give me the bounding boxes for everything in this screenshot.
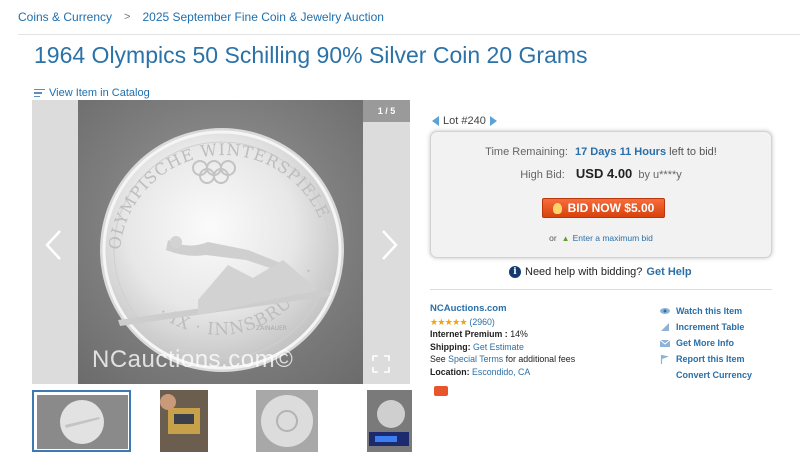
previous-image-arrow-icon[interactable]	[42, 228, 66, 262]
convert-currency-label: Convert Currency	[676, 370, 753, 380]
location-label: Location:	[430, 366, 470, 377]
thumbnail-3[interactable]	[256, 390, 318, 452]
convert-currency-action[interactable]: Convert Currency	[660, 367, 752, 383]
report-item-action[interactable]: Report this Item	[660, 351, 752, 367]
rating-count-link[interactable]: (2960)	[469, 317, 494, 327]
bid-panel: Time Remaining: 17 Days 11 Hours left to…	[430, 131, 772, 258]
location-link[interactable]: Escondido, CA	[472, 367, 530, 377]
premium-value: 14%	[510, 329, 528, 339]
max-bid-prefix: or	[549, 233, 557, 243]
lot-navigation: Lot #240	[432, 115, 497, 127]
bid-now-label: BID NOW $5.00	[567, 201, 655, 215]
item-actions: Watch this Item Increment Table Get More…	[660, 303, 752, 383]
time-remaining-value: 17 Days 11 Hours	[574, 146, 667, 158]
shipping-label: Shipping:	[430, 341, 471, 352]
lot-number: Lot #240	[443, 115, 486, 127]
premium-label: Internet Premium :	[430, 329, 508, 339]
thumbnail-strip	[32, 390, 412, 452]
breadcrumb-separator: >	[124, 11, 131, 23]
high-bid-amount: USD 4.00	[575, 166, 633, 181]
thumbnail-4[interactable]	[367, 390, 412, 452]
high-bidder: by u****y	[638, 169, 682, 181]
time-remaining-suffix: left to bid!	[669, 146, 717, 158]
next-image-arrow-icon[interactable]	[377, 228, 401, 262]
get-more-info-action[interactable]: Get More Info	[660, 335, 752, 351]
time-remaining-label: Time Remaining:	[485, 146, 568, 158]
increment-table-action[interactable]: Increment Table	[660, 319, 752, 335]
bid-now-button[interactable]: BID NOW $5.00	[542, 198, 665, 218]
divider	[18, 34, 800, 35]
previous-lot-arrow-icon[interactable]	[432, 116, 439, 126]
lightbulb-icon	[552, 202, 562, 214]
rating-stars-icon: ★★★★★	[430, 316, 467, 327]
breadcrumb: Coins & Currency > 2025 September Fine C…	[18, 10, 384, 24]
watermark-text: NCauctions.com©	[92, 346, 294, 373]
eye-icon	[660, 308, 670, 314]
arrow-up-icon: ▲	[561, 234, 570, 243]
thumbnail-2[interactable]	[160, 390, 208, 452]
seller-badge-icon	[434, 386, 448, 396]
max-bid-row: or ▲ Enter a maximum bid	[431, 233, 771, 243]
flag-icon	[660, 355, 669, 364]
get-estimate-link[interactable]: Get Estimate	[473, 342, 524, 352]
get-more-info-label: Get More Info	[676, 338, 734, 348]
watch-item-action[interactable]: Watch this Item	[660, 303, 752, 319]
divider	[430, 289, 772, 290]
enter-maximum-bid-link[interactable]: Enter a maximum bid	[573, 233, 653, 243]
bidding-help: i Need help with bidding? Get Help	[509, 266, 692, 278]
page-title: 1964 Olympics 50 Schilling 90% Silver Co…	[34, 42, 588, 68]
breadcrumb-item-coins[interactable]: Coins & Currency	[18, 10, 112, 24]
next-lot-arrow-icon[interactable]	[489, 116, 497, 126]
currency-icon	[660, 370, 670, 380]
chart-icon	[661, 323, 669, 331]
get-help-link[interactable]: Get Help	[646, 266, 691, 278]
engraver-mark: ZAINAUER	[256, 325, 287, 332]
envelope-icon	[660, 339, 670, 347]
coin-image: OLYMPISCHE WINTERSPIELE 1964 · IX · INNS…	[72, 100, 344, 372]
terms-suffix: for additional fees	[505, 354, 576, 364]
terms-prefix: See	[430, 354, 446, 364]
time-remaining-row: Time Remaining: 17 Days 11 Hours left to…	[431, 146, 771, 158]
help-text: Need help with bidding?	[525, 266, 643, 278]
fullscreen-expand-icon[interactable]	[372, 355, 390, 373]
special-terms-link[interactable]: Special Terms	[448, 354, 503, 364]
breadcrumb-item-auction[interactable]: 2025 September Fine Coin & Jewelry Aucti…	[142, 10, 383, 24]
info-icon: i	[509, 266, 521, 278]
increment-table-label: Increment Table	[676, 322, 745, 332]
watch-item-label: Watch this Item	[676, 306, 743, 316]
image-gallery: OLYMPISCHE WINTERSPIELE 1964 · IX · INNS…	[32, 100, 410, 384]
report-item-label: Report this Item	[676, 354, 745, 364]
seller-name-link[interactable]: NCAuctions.com	[430, 303, 507, 314]
high-bid-row: High Bid: USD 4.00 by u****y	[431, 166, 771, 181]
seller-info: NCAuctions.com ★★★★★ (2960) Internet Pre…	[430, 302, 575, 378]
view-in-catalog-label: View Item in Catalog	[49, 87, 150, 99]
main-coin-photo[interactable]: OLYMPISCHE WINTERSPIELE 1964 · IX · INNS…	[72, 100, 363, 384]
high-bid-label: High Bid:	[520, 169, 565, 181]
image-counter: 1 / 5	[363, 100, 410, 122]
list-icon	[34, 88, 45, 98]
view-in-catalog-link[interactable]: View Item in Catalog	[34, 87, 150, 99]
thumbnail-1[interactable]	[32, 390, 131, 452]
